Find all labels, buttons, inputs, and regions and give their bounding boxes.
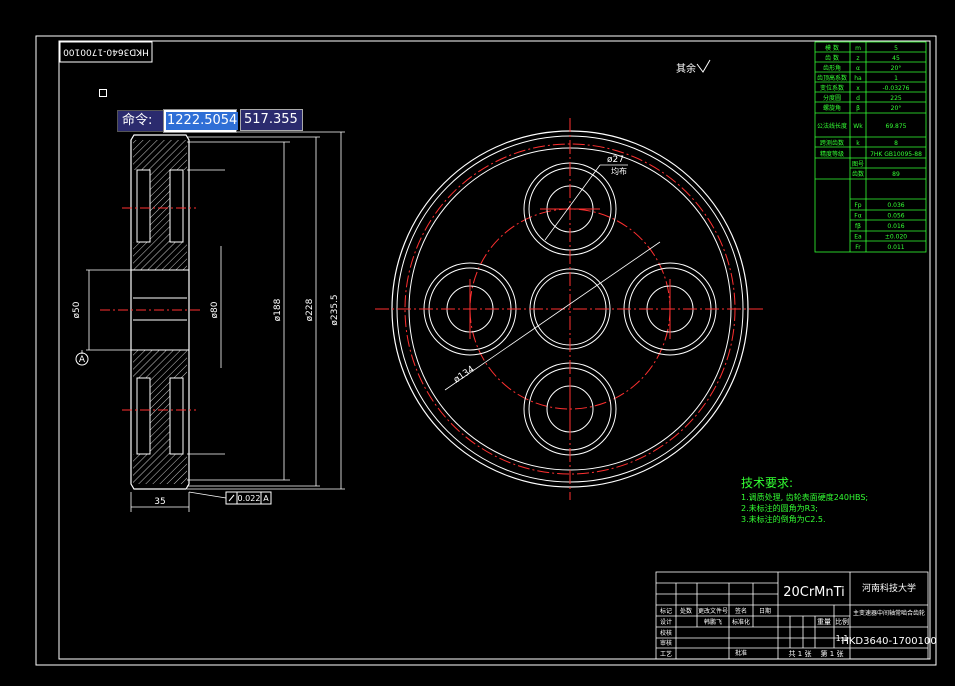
coord-x-value[interactable]: 1222.5054 bbox=[166, 112, 239, 130]
param-symbol: m bbox=[855, 45, 861, 52]
tb-material: 20CrMnTi bbox=[783, 585, 845, 600]
dim-hole-note: 均布 bbox=[611, 166, 627, 176]
tb-row-label: 工艺 bbox=[660, 650, 672, 658]
param-name: 公法线长度 bbox=[817, 122, 847, 130]
param-name: 跨测齿数 bbox=[820, 139, 844, 147]
param-symbol: Wk bbox=[853, 123, 863, 130]
tb-header-cell: 日期 bbox=[759, 607, 771, 615]
tb-designer: 韩鹏飞 bbox=[704, 618, 722, 626]
tb-row-label: 校核 bbox=[660, 629, 672, 637]
param-name: 齿 数 bbox=[825, 54, 839, 62]
tb-header-cell: 处数 bbox=[680, 607, 692, 615]
param-symbol: ha bbox=[854, 75, 862, 82]
tb-school: 河南科技大学 bbox=[862, 582, 916, 594]
tech-req-line-3: 3.未标注的倒角为C2.5. bbox=[741, 514, 825, 524]
tol-value: 0.011 bbox=[887, 244, 904, 251]
param-name: 螺旋角 bbox=[823, 104, 841, 112]
param-name: 模 数 bbox=[825, 44, 839, 52]
param-symbol: k bbox=[856, 140, 860, 147]
tb-std: 标准化 bbox=[732, 618, 750, 626]
tb-weight-label: 重量 bbox=[817, 618, 831, 626]
mesh-value: 89 bbox=[892, 171, 900, 178]
param-value: 225 bbox=[890, 95, 902, 102]
param-symbol: z bbox=[856, 55, 859, 62]
tol-value: 0.056 bbox=[887, 213, 904, 220]
tech-req-line-1: 1.调质处理, 齿轮表面硬度240HBS; bbox=[741, 492, 868, 502]
dim-tip-235: ø235.5 bbox=[330, 294, 340, 325]
runout-tol-value: 0.022 bbox=[238, 494, 261, 503]
tol-symbol: fβ bbox=[855, 223, 861, 230]
param-name: 分度圆 bbox=[823, 94, 841, 102]
param-value: 8 bbox=[894, 140, 898, 147]
tb-scale: 1:1 bbox=[836, 634, 849, 643]
param-value: 1 bbox=[894, 75, 898, 82]
dim-pitch-134: ø134 bbox=[452, 364, 477, 385]
param-value: 69.875 bbox=[886, 123, 907, 130]
dim-hole-27: ø27 bbox=[607, 155, 624, 165]
param-value: 7HK GB10095-88 bbox=[870, 151, 922, 158]
param-symbol: β bbox=[856, 105, 860, 112]
title-block-header-row: 标记 处数 更改文件号 签名 日期 bbox=[660, 607, 771, 615]
mesh-label: 齿数 bbox=[852, 170, 864, 178]
front-view bbox=[375, 118, 765, 500]
tb-sheet-no: 第 1 张 bbox=[821, 649, 844, 658]
tol-symbol: Fα bbox=[854, 213, 861, 220]
coord-x-input[interactable]: 1222.5054 bbox=[163, 109, 239, 133]
param-value: 5 bbox=[894, 45, 898, 52]
cad-drawing-canvas[interactable]: HKD3640-1700100 其余 ø50 ø80 ø188 ø228 ø23… bbox=[0, 0, 955, 686]
param-name: 齿顶高系数 bbox=[817, 74, 847, 82]
param-symbol: d bbox=[856, 95, 860, 102]
section-view bbox=[100, 134, 200, 490]
dim-bore-50: ø50 bbox=[72, 301, 82, 318]
tb-header-cell: 更改文件号 bbox=[698, 607, 728, 615]
tb-drawing-no: HKD3640-1700100 bbox=[841, 636, 936, 647]
coord-y-input[interactable]: 517.355 bbox=[240, 109, 303, 131]
param-symbol: α bbox=[856, 65, 860, 72]
param-name: 变位系数 bbox=[820, 84, 844, 92]
drawing-border-inner bbox=[58, 40, 931, 660]
runout-datum: A bbox=[263, 494, 269, 503]
roughness-symbol-icon bbox=[696, 59, 711, 73]
dim-width-35: 35 bbox=[154, 497, 165, 507]
runout-tolerance-frame: 0.022 A bbox=[188, 491, 272, 505]
tech-req-title: 技术要求: bbox=[741, 476, 793, 490]
tb-sheets: 共 1 张 bbox=[789, 649, 812, 658]
dim-web-188: ø188 bbox=[273, 298, 283, 321]
tol-value: 0.016 bbox=[887, 223, 904, 230]
gear-parameter-table bbox=[814, 41, 927, 253]
dim-hub-80: ø80 bbox=[210, 301, 220, 318]
tb-header-cell: 签名 bbox=[735, 607, 747, 615]
tol-value: ±0.020 bbox=[885, 234, 907, 241]
tb-row-label: 设计 bbox=[660, 618, 672, 626]
roughness-note: 其余 bbox=[676, 62, 696, 75]
command-prompt-label: 命令: bbox=[117, 110, 165, 132]
tol-symbol: Fr bbox=[855, 244, 861, 251]
tol-symbol: Ea bbox=[854, 234, 862, 241]
tb-approve: 批准 bbox=[735, 649, 747, 657]
param-value: 45 bbox=[892, 55, 900, 62]
param-name: 精度等级 bbox=[820, 150, 844, 158]
tol-value: 0.036 bbox=[887, 202, 904, 209]
param-symbol: x bbox=[856, 85, 860, 92]
param-value: -0.03276 bbox=[883, 85, 910, 92]
param-value: 20° bbox=[891, 105, 902, 112]
tb-row-label: 审核 bbox=[660, 639, 672, 647]
param-name: 齿形角 bbox=[823, 64, 841, 72]
tb-header-cell: 标记 bbox=[660, 607, 672, 615]
osnap-marker-icon bbox=[99, 89, 107, 97]
tb-scale-label: 比例 bbox=[835, 617, 849, 626]
dim-root-228: ø228 bbox=[305, 298, 315, 321]
mesh-label: 图号 bbox=[852, 161, 864, 168]
tb-part-name: 主变速器中间轴常啮合齿轮 bbox=[853, 609, 925, 617]
rotated-drawing-number: HKD3640-1700100 bbox=[63, 47, 149, 57]
datum-label: A bbox=[79, 355, 86, 365]
param-value: 20° bbox=[891, 65, 902, 72]
tech-req-line-2: 2.未标注的圆角为R3; bbox=[741, 503, 818, 513]
tol-symbol: Fp bbox=[854, 202, 861, 209]
